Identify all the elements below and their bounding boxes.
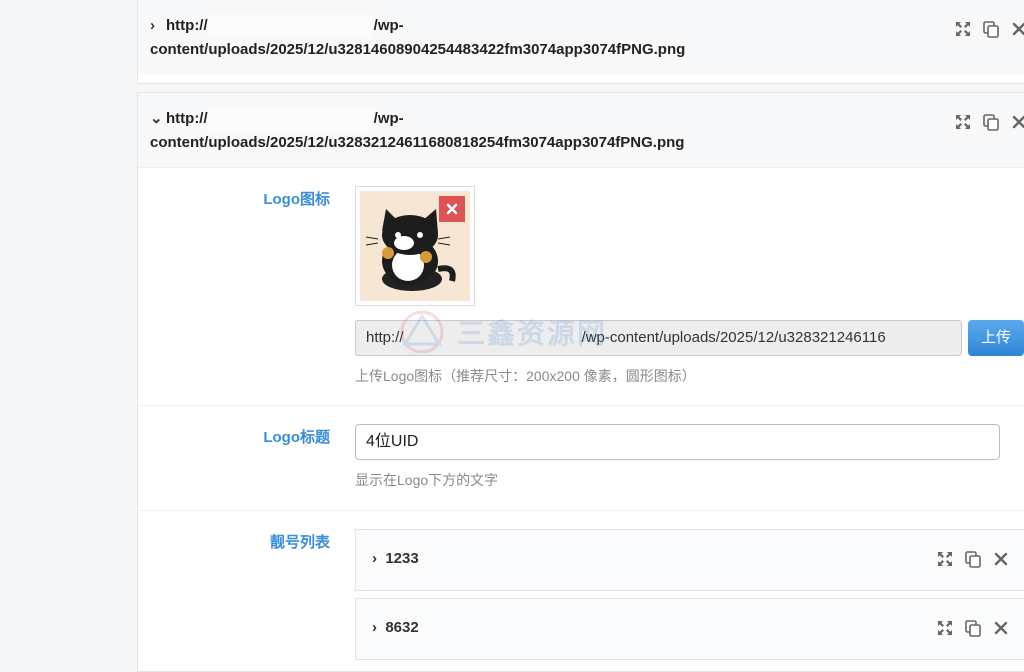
repeater-item-2: ⌄ http:///wp- content/uploads/2025/12/u32…: [137, 92, 1024, 672]
logo-title-hint: 显示在Logo下方的文字: [355, 472, 499, 488]
repeater-item-1: › http:// /wp- content/uploads/2025/12/u32…: [137, 0, 1024, 84]
chevron-down-icon[interactable]: ⌄: [150, 107, 166, 131]
copy-icon[interactable]: [982, 20, 1000, 38]
chevron-right-icon[interactable]: ›: [372, 550, 385, 567]
list-item-title: › 1233: [372, 550, 419, 567]
close-icon[interactable]: [1010, 113, 1024, 131]
url-prefix: http://: [166, 110, 208, 127]
close-icon[interactable]: [992, 619, 1010, 637]
list-item[interactable]: › 1233: [355, 529, 1024, 591]
expand-icon[interactable]: [954, 20, 972, 38]
cat-logo-image: [360, 191, 470, 301]
url-suffix: /wp-: [373, 17, 404, 34]
url-suffix: /wp-: [373, 110, 404, 127]
copy-icon[interactable]: [982, 113, 1000, 131]
logo-icon-label: Logo图标: [263, 191, 330, 208]
chevron-right-icon[interactable]: ›: [372, 619, 385, 636]
expand-icon[interactable]: [936, 550, 954, 568]
list-item-title: › 8632: [372, 619, 419, 636]
copy-icon[interactable]: [964, 550, 982, 568]
logo-title-label: Logo标题: [263, 429, 330, 446]
close-icon[interactable]: [1010, 20, 1024, 38]
chevron-right-icon[interactable]: ›: [150, 14, 166, 38]
repeater-item-1-header[interactable]: › http:// /wp- content/uploads/2025/12/u32…: [138, 0, 1024, 74]
upload-button[interactable]: 上传: [968, 320, 1024, 356]
expand-icon[interactable]: [954, 113, 972, 131]
expand-icon[interactable]: [936, 619, 954, 637]
number-list-label: 靓号列表: [269, 534, 330, 551]
close-icon[interactable]: [992, 550, 1010, 568]
url-prefix: http://: [166, 17, 208, 34]
url-path: content/uploads/2025/12/u328146089042544…: [150, 41, 686, 58]
logo-title-input[interactable]: 4位UID: [355, 424, 1000, 460]
repeater-item-2-header[interactable]: ⌄ http:// /wp- content/uploads/2025/12/u32…: [138, 93, 1024, 167]
remove-image-icon[interactable]: [439, 196, 465, 222]
logo-title-field: Logo标题 4位UID 显示在Logo下方的文字: [138, 405, 1024, 510]
logo-icon-field: Logo图标 http:// /wp-content/uploads/2025/…: [138, 167, 1024, 405]
logo-url-input[interactable]: http:// /wp-content/uploads/2025/12/u3283…: [355, 320, 962, 356]
logo-url-prefix: http://: [366, 329, 404, 346]
list-item[interactable]: › 8632: [355, 598, 1024, 660]
logo-icon-hint: 上传Logo图标（推荐尺寸：200x200 像素，圆形图标）: [355, 368, 696, 384]
copy-icon[interactable]: [964, 619, 982, 637]
url-path: content/uploads/2025/12/u328321246116808…: [150, 134, 685, 151]
logo-url-rest: /wp-content/uploads/2025/12/u32832124611…: [581, 329, 886, 346]
number-list-field: 靓号列表 › 1233 › 8632: [138, 510, 1024, 671]
redacted-host: [207, 14, 374, 38]
logo-thumbnail: [355, 186, 475, 306]
redacted-host: [207, 107, 374, 131]
